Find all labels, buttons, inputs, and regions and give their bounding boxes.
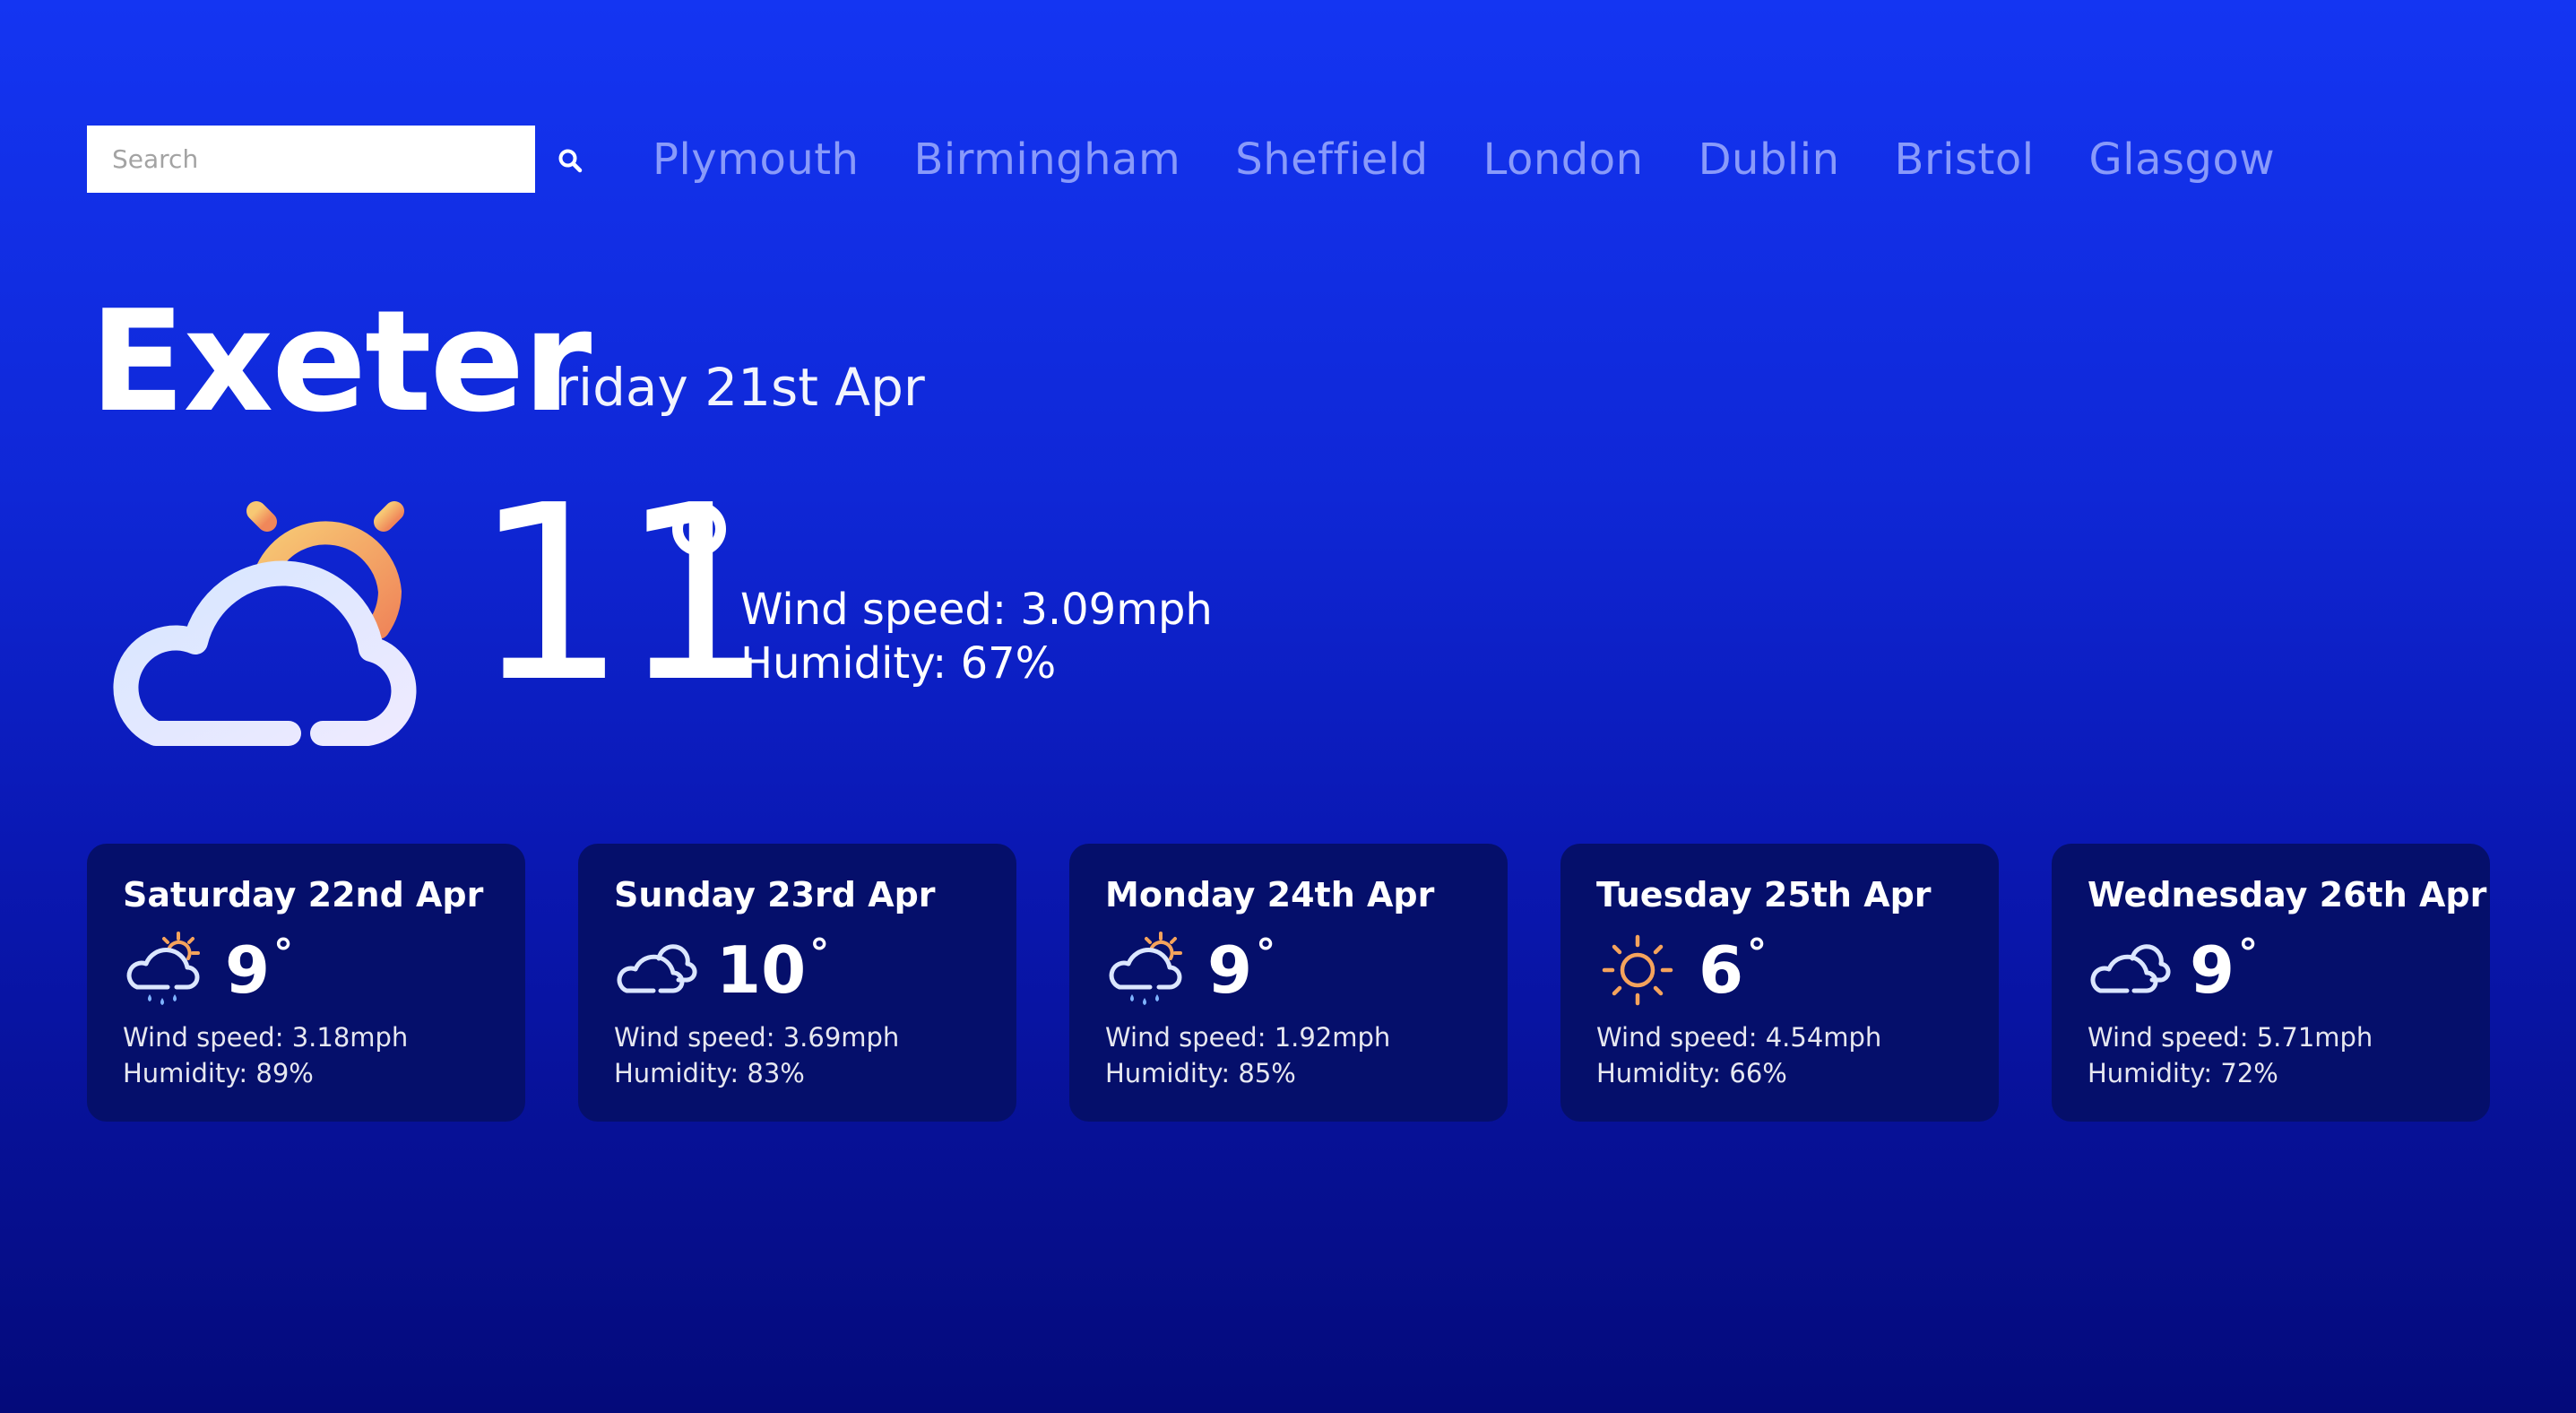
forecast-temperature: 9° bbox=[1207, 931, 1276, 1008]
forecast-day: Sunday 23rd Apr bbox=[614, 875, 936, 915]
city-name: Exeter bbox=[90, 280, 592, 443]
partly-cloudy-sun-icon bbox=[99, 466, 457, 762]
forecast-wind-speed: Wind speed: 1.92mph bbox=[1105, 1022, 1391, 1053]
forecast-temperature: 9° bbox=[225, 931, 294, 1008]
forecast-wind-speed: Wind speed: 5.71mph bbox=[2088, 1022, 2373, 1053]
forecast-wind-speed: Wind speed: 3.18mph bbox=[123, 1022, 409, 1053]
sun-icon bbox=[1602, 934, 1673, 1006]
forecast-humidity: Humidity: 66% bbox=[1596, 1058, 1787, 1088]
current-humidity: Humidity: 67% bbox=[740, 638, 1057, 689]
city-link-dublin[interactable]: Dublin bbox=[1699, 134, 1840, 185]
forecast-card: Sunday 23rd Apr 10° Wind speed: 3.69mph … bbox=[578, 844, 1016, 1122]
current-date: Friday 21st Apr bbox=[531, 357, 925, 418]
forecast-day: Monday 24th Apr bbox=[1105, 875, 1435, 915]
forecast-card: Tuesday 25th Apr 6° Wind speed: 4.54mph bbox=[1560, 844, 1999, 1122]
forecast-card: Saturday 22nd Apr 9° Wind speed: 3.18mph… bbox=[87, 844, 525, 1122]
city-nav: Plymouth Birmingham Sheffield London Dub… bbox=[653, 127, 2330, 192]
clouds-icon bbox=[2090, 944, 2171, 993]
forecast-list: Saturday 22nd Apr 9° Wind speed: 3.18mph… bbox=[87, 844, 2490, 1122]
clouds-icon bbox=[617, 944, 697, 993]
forecast-humidity: Humidity: 85% bbox=[1105, 1058, 1296, 1088]
forecast-wind-speed: Wind speed: 3.69mph bbox=[614, 1022, 900, 1053]
city-link-plymouth[interactable]: Plymouth bbox=[653, 134, 859, 185]
city-link-glasgow[interactable]: Glasgow bbox=[2089, 134, 2276, 185]
forecast-day: Wednesday 26th Apr bbox=[2088, 875, 2487, 915]
forecast-temperature: 10° bbox=[716, 931, 830, 1008]
current-details: Wind speed: 3.09mph Humidity: 67% bbox=[740, 583, 1213, 690]
sun-cloud-rain-icon bbox=[126, 932, 200, 1005]
search-input[interactable] bbox=[87, 126, 535, 193]
forecast-temperature: 9° bbox=[2190, 931, 2259, 1008]
city-link-sheffield[interactable]: Sheffield bbox=[1235, 134, 1428, 185]
forecast-humidity: Humidity: 89% bbox=[123, 1058, 314, 1088]
current-wind-speed: Wind speed: 3.09mph bbox=[740, 585, 1213, 635]
forecast-card: Monday 24th Apr 9° Wind speed: 1.92mph H… bbox=[1069, 844, 1508, 1122]
forecast-humidity: Humidity: 72% bbox=[2088, 1058, 2278, 1088]
forecast-day: Saturday 22nd Apr bbox=[123, 875, 484, 915]
degree-icon bbox=[672, 502, 726, 556]
forecast-day: Tuesday 25th Apr bbox=[1596, 875, 1932, 915]
search-icon bbox=[558, 149, 583, 173]
city-link-bristol[interactable]: Bristol bbox=[1895, 134, 2035, 185]
city-link-birmingham[interactable]: Birmingham bbox=[913, 134, 1180, 185]
forecast-temperature: 6° bbox=[1699, 931, 1768, 1008]
forecast-humidity: Humidity: 83% bbox=[614, 1058, 805, 1088]
forecast-wind-speed: Wind speed: 4.54mph bbox=[1596, 1022, 1882, 1053]
search-box bbox=[87, 126, 535, 193]
sun-cloud-rain-icon bbox=[1109, 932, 1182, 1005]
forecast-card: Wednesday 26th Apr 9° Wind speed: 5.71mp… bbox=[2052, 844, 2490, 1122]
search-button[interactable] bbox=[550, 141, 590, 180]
city-link-london[interactable]: London bbox=[1483, 134, 1644, 185]
